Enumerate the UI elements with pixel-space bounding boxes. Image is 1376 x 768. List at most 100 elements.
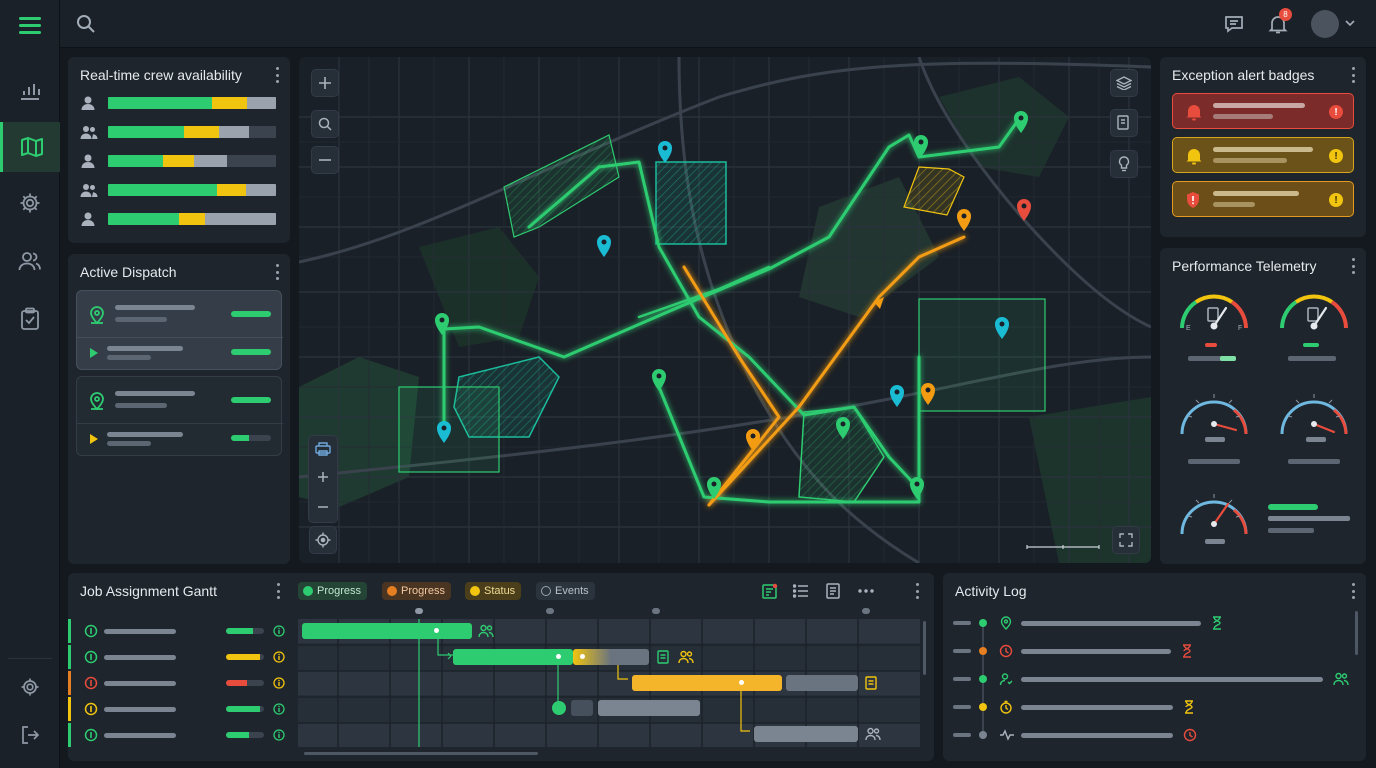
crew-row[interactable]	[80, 95, 280, 111]
critical-alert-badge[interactable]: !	[1172, 93, 1354, 129]
layers-icon[interactable]	[1110, 69, 1138, 97]
clipboard-icon[interactable]	[0, 294, 60, 344]
crew-availability-bar	[108, 97, 276, 109]
security-alert-badge[interactable]: !	[1172, 181, 1354, 217]
more-menu-icon[interactable]	[274, 67, 280, 83]
vertical-scrollbar[interactable]	[923, 621, 926, 675]
gantt-task-bar-pending[interactable]	[598, 700, 700, 716]
crew-row[interactable]	[80, 153, 280, 169]
more-menu-icon[interactable]	[1350, 583, 1356, 599]
panel-title: Job Assignment Gantt	[80, 583, 217, 599]
crew-row[interactable]	[80, 182, 280, 198]
list-icon[interactable]	[793, 584, 809, 598]
filter-chip-progress[interactable]: Progress	[298, 582, 368, 600]
gantt-task-bar[interactable]	[453, 649, 573, 665]
gantt-task-row[interactable]	[68, 619, 296, 643]
wrench-icon[interactable]	[571, 700, 593, 716]
team-icon[interactable]	[865, 727, 881, 741]
activity-log-entry[interactable]	[951, 613, 1351, 633]
play-icon[interactable]	[89, 433, 99, 445]
activity-log-panel: Activity Log	[943, 573, 1366, 761]
more-menu-icon[interactable]	[275, 583, 281, 599]
dispatch-card[interactable]	[76, 290, 283, 370]
filter-chip-progress-orange[interactable]: Progress	[382, 582, 452, 600]
vertical-scrollbar[interactable]	[1355, 611, 1358, 655]
clock-icon	[999, 644, 1013, 658]
zoom-search-button[interactable]	[311, 110, 339, 138]
activity-log-entry[interactable]	[951, 669, 1351, 689]
hourglass-icon	[1211, 616, 1223, 630]
document-icon[interactable]	[826, 583, 840, 599]
search-icon[interactable]	[74, 12, 98, 36]
info-icon[interactable]	[273, 625, 285, 637]
activity-log-entry[interactable]	[951, 725, 1351, 745]
users-icon	[80, 182, 98, 198]
gantt-task-row[interactable]	[68, 723, 296, 747]
hamburger-menu-icon[interactable]	[0, 0, 60, 50]
crew-row[interactable]	[80, 124, 280, 140]
gantt-task-row[interactable]	[68, 697, 296, 721]
more-menu-icon[interactable]	[1350, 258, 1356, 274]
hourglass-icon	[1181, 644, 1193, 658]
minus-icon[interactable]	[316, 500, 330, 514]
gantt-task-row[interactable]	[68, 645, 296, 669]
locate-icon[interactable]	[309, 526, 337, 554]
more-horizontal-icon[interactable]	[858, 589, 874, 593]
map-document-icon[interactable]	[1110, 109, 1138, 137]
info-icon[interactable]	[273, 703, 285, 715]
activity-log-entry[interactable]	[951, 697, 1351, 717]
shield-alert-icon	[1185, 191, 1201, 209]
team-icon[interactable]	[678, 650, 694, 664]
more-menu-icon[interactable]	[1350, 67, 1356, 83]
gantt-task-bar[interactable]	[302, 623, 472, 639]
team-icon[interactable]	[0, 236, 60, 286]
filter-chip-status[interactable]: Status	[465, 582, 522, 600]
crew-row[interactable]	[80, 211, 280, 227]
panel-title: Active Dispatch	[80, 264, 177, 280]
gantt-task-bar-pending[interactable]	[786, 675, 858, 691]
analytics-icon[interactable]	[0, 65, 60, 115]
fullscreen-icon[interactable]	[1112, 526, 1140, 554]
crew-availability-panel: Real-time crew availability	[68, 57, 290, 243]
avatar[interactable]	[1311, 10, 1339, 38]
chat-icon[interactable]	[1222, 12, 1246, 36]
activity-log-entry[interactable]	[951, 641, 1351, 661]
lightbulb-icon[interactable]	[1110, 150, 1138, 178]
route-map[interactable]	[299, 57, 1151, 563]
svg-text:E: E	[1186, 325, 1191, 332]
panel-title: Activity Log	[955, 583, 1027, 599]
performance-telemetry-panel: Performance Telemetry E F	[1160, 248, 1366, 564]
gear-icon[interactable]	[0, 178, 60, 228]
gantt-task-row[interactable]	[68, 671, 296, 695]
map-icon[interactable]	[0, 122, 60, 172]
filter-chip-events[interactable]: Events	[536, 582, 595, 600]
warning-alert-badge[interactable]: !	[1172, 137, 1354, 173]
info-icon[interactable]	[273, 677, 285, 689]
status-circle-icon	[84, 676, 98, 690]
gantt-task-bar[interactable]	[632, 675, 782, 691]
panel-title: Real-time crew availability	[80, 67, 242, 83]
pulse-icon	[999, 728, 1015, 742]
plus-icon[interactable]	[316, 470, 330, 484]
info-icon[interactable]	[273, 651, 285, 663]
dispatch-card[interactable]	[76, 376, 283, 456]
document-icon[interactable]	[657, 650, 669, 664]
milestone-check-icon[interactable]	[552, 701, 566, 715]
gantt-task-bar-pending[interactable]	[754, 726, 858, 742]
horizontal-scrollbar[interactable]	[304, 752, 538, 755]
more-menu-icon[interactable]	[914, 583, 920, 599]
print-icon[interactable]	[315, 442, 331, 456]
logout-icon[interactable]	[0, 710, 60, 760]
info-icon[interactable]	[273, 729, 285, 741]
settings-icon[interactable]	[0, 662, 60, 712]
users-icon	[80, 124, 98, 140]
zoom-in-button[interactable]	[311, 69, 339, 97]
more-menu-icon[interactable]	[274, 264, 280, 280]
exception-alerts-panel: Exception alert badges ! ! !	[1160, 57, 1366, 237]
team-icon[interactable]	[478, 624, 494, 638]
document-icon[interactable]	[865, 676, 877, 690]
chevron-down-icon[interactable]	[1343, 16, 1357, 30]
calendar-icon[interactable]	[762, 583, 778, 599]
zoom-out-button[interactable]	[311, 146, 339, 174]
play-icon[interactable]	[89, 347, 99, 359]
